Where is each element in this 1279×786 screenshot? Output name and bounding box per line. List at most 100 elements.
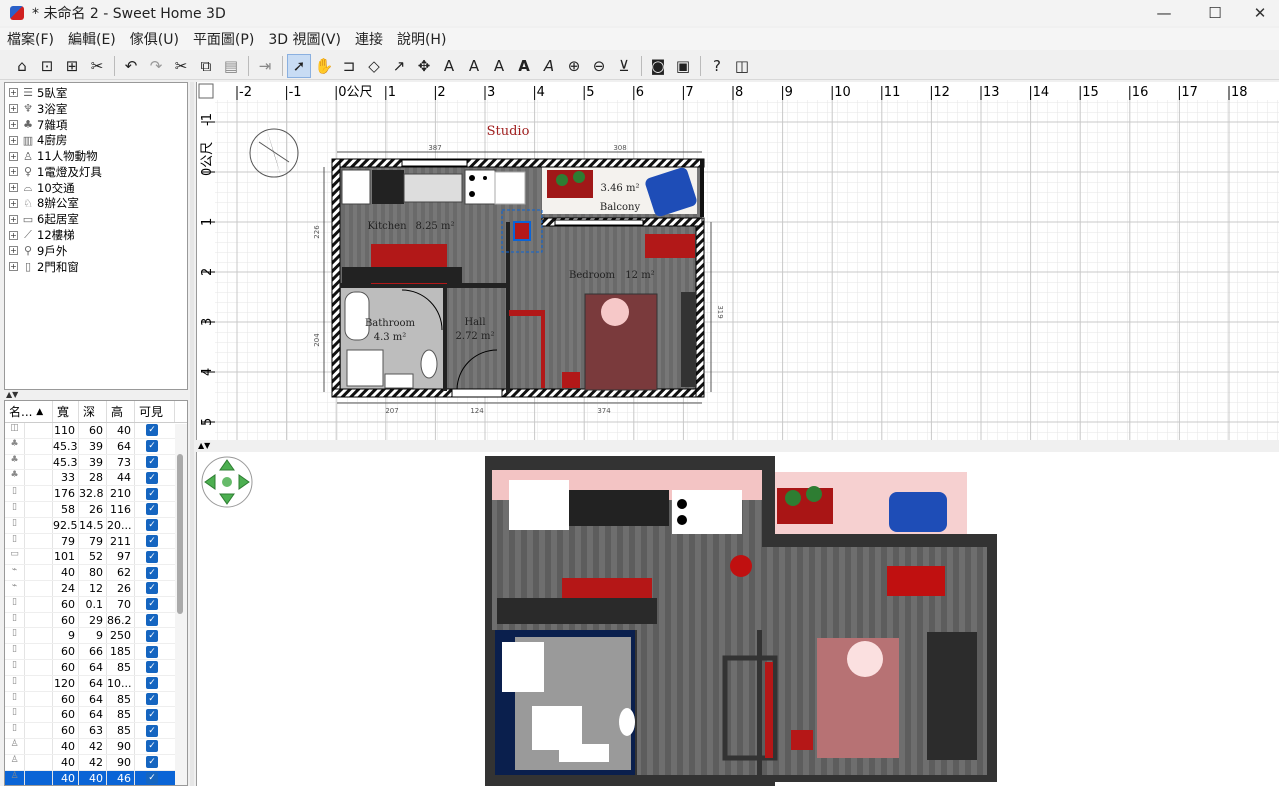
3d-view[interactable]: [196, 452, 1279, 786]
selected-stool[interactable]: [513, 221, 531, 241]
menu-file[interactable]: 檔案(F): [0, 29, 61, 49]
table-row[interactable]: ▯ 58 26 116 ✓: [5, 501, 187, 518]
column-depth-header[interactable]: 深: [79, 401, 107, 422]
table-row[interactable]: ▯ 60 29 86.2 ✓: [5, 612, 187, 629]
catalog-category[interactable]: + ♆ 3浴室: [5, 101, 187, 117]
catalog-category[interactable]: + ⟋ 12樓梯: [5, 227, 187, 243]
create-photo-icon[interactable]: ◙: [646, 54, 670, 78]
table-row[interactable]: ▯ 92.5 14.5 20... ✓: [5, 517, 187, 534]
table-row[interactable]: ⌁ 40 80 62 ✓: [5, 565, 187, 581]
zoom-in-icon[interactable]: ⊕: [562, 54, 586, 78]
catalog-category[interactable]: + ▯ 2門和窗: [5, 259, 187, 275]
catalog-category[interactable]: + ♙ 11人物動物: [5, 148, 187, 164]
visible-checkbox[interactable]: ✓: [146, 708, 158, 721]
expand-icon[interactable]: +: [9, 214, 18, 224]
catalog-splitter[interactable]: ▲▼: [4, 391, 188, 399]
undo-icon[interactable]: ↶: [119, 54, 143, 78]
catalog-category[interactable]: + ⚲ 9戶外: [5, 243, 187, 259]
select-mode-icon[interactable]: ➚: [287, 53, 311, 78]
plan-canvas[interactable]: -2 -1 0公尺 1 2 3 4 5 6 7 8 9 10 11 12 13 14 15 16 17 18 -10公尺…: [197, 82, 1279, 440]
main-vertical-splitter[interactable]: [190, 82, 194, 786]
expand-icon[interactable]: +: [9, 104, 18, 114]
furniture-table-scrollbar[interactable]: [175, 424, 187, 785]
visible-checkbox[interactable]: ✓: [146, 487, 158, 500]
visible-checkbox[interactable]: ✓: [146, 550, 158, 563]
table-row[interactable]: ▯ 60 64 85 ✓: [5, 659, 187, 676]
about-icon[interactable]: ◫: [730, 54, 754, 78]
bold-text-icon[interactable]: A: [512, 54, 536, 78]
visible-checkbox[interactable]: ✓: [146, 534, 158, 547]
column-width-header[interactable]: 寬: [53, 401, 79, 422]
column-height-header[interactable]: 高: [107, 401, 135, 422]
table-row[interactable]: ♣ 33 28 44 ✓: [5, 470, 187, 487]
create-video-icon[interactable]: ▣: [671, 54, 695, 78]
menu-help[interactable]: 說明(H): [390, 29, 453, 49]
navigation-center-icon[interactable]: [222, 477, 232, 487]
decrease-text-size-icon[interactable]: A: [487, 54, 511, 78]
visible-checkbox[interactable]: ✓: [146, 692, 158, 705]
visible-checkbox[interactable]: ✓: [146, 440, 158, 453]
redo-icon[interactable]: ↷: [144, 54, 168, 78]
table-row[interactable]: ♙ 40 42 90 ✓: [5, 738, 187, 755]
visible-checkbox[interactable]: ✓: [146, 424, 158, 437]
table-row[interactable]: ♣ 45.3 39 64 ✓: [5, 438, 187, 455]
menu-connect[interactable]: 連接: [348, 29, 390, 49]
navigation-arrows[interactable]: [201, 456, 253, 508]
expand-icon[interactable]: +: [9, 230, 18, 240]
visible-checkbox[interactable]: ✓: [146, 582, 158, 595]
import-furniture-icon[interactable]: ⊻: [612, 54, 636, 78]
minimize-button[interactable]: —: [1141, 0, 1187, 26]
table-row[interactable]: ▯ 79 79 211 ✓: [5, 533, 187, 550]
expand-icon[interactable]: +: [9, 135, 18, 145]
open-icon[interactable]: ⊞: [60, 54, 84, 78]
visible-checkbox[interactable]: ✓: [146, 455, 158, 468]
visible-checkbox[interactable]: ✓: [146, 645, 158, 658]
visible-checkbox[interactable]: ✓: [146, 629, 158, 642]
menu-edit[interactable]: 編輯(E): [61, 29, 123, 49]
expand-icon[interactable]: +: [9, 198, 18, 208]
catalog-category[interactable]: + ⌓ 10交通: [5, 180, 187, 196]
paste-icon[interactable]: ▤: [219, 54, 243, 78]
pan-mode-icon[interactable]: ✋: [312, 54, 336, 78]
help-icon[interactable]: ?: [705, 54, 729, 78]
table-row[interactable]: ▯ 60 64 85 ✓: [5, 707, 187, 724]
create-rooms-icon[interactable]: ◇: [362, 54, 386, 78]
table-row[interactable]: ♙ 40 40 46 ✓: [5, 770, 187, 785]
table-row[interactable]: ▯ 176 32.8 210 ✓: [5, 486, 187, 502]
table-row[interactable]: ▯ 60 64 85 ✓: [5, 691, 187, 708]
expand-icon[interactable]: +: [9, 151, 18, 161]
preferences-icon[interactable]: ✂: [85, 54, 109, 78]
create-walls-icon[interactable]: ⊐: [337, 54, 361, 78]
new-home-icon[interactable]: ⌂: [10, 54, 34, 78]
visible-checkbox[interactable]: ✓: [146, 740, 158, 753]
catalog-category[interactable]: + ♀ 1電燈及灯具: [5, 164, 187, 180]
table-row[interactable]: ▭ 101 52 97 ✓: [5, 549, 187, 566]
visible-checkbox[interactable]: ✓: [146, 724, 158, 737]
expand-icon[interactable]: +: [9, 167, 18, 177]
expand-icon[interactable]: +: [9, 119, 18, 129]
expand-icon[interactable]: +: [9, 183, 18, 193]
visible-checkbox[interactable]: ✓: [146, 471, 158, 484]
table-row[interactable]: ▯ 9 9 250 ✓: [5, 628, 187, 645]
visible-checkbox[interactable]: ✓: [146, 677, 158, 690]
table-row[interactable]: ◫ 110 60 40 ✓: [5, 423, 187, 439]
cut-icon[interactable]: ✂: [169, 54, 193, 78]
table-row[interactable]: ⌁ 24 12 26 ✓: [5, 580, 187, 597]
plan-view[interactable]: -2 -1 0公尺 1 2 3 4 5 6 7 8 9 10 11 12 13 14 15 16 17 18 -1 0公尺…: [196, 82, 1279, 440]
table-row[interactable]: ♣ 45.3 39 73 ✓: [5, 454, 187, 471]
add-furniture-icon[interactable]: ⇥: [253, 54, 277, 78]
create-labels-icon[interactable]: A: [437, 54, 461, 78]
visible-checkbox[interactable]: ✓: [146, 503, 158, 516]
expand-icon[interactable]: +: [9, 88, 18, 98]
column-visible-header[interactable]: 可見: [135, 401, 175, 422]
expand-icon[interactable]: +: [9, 246, 18, 256]
visible-checkbox[interactable]: ✓: [146, 613, 158, 626]
plan-3d-splitter[interactable]: ▲▼: [196, 440, 1279, 452]
visible-checkbox[interactable]: ✓: [146, 756, 158, 769]
copy-icon[interactable]: ⧉: [194, 54, 218, 78]
menu-3d-view[interactable]: 3D 視圖(V): [261, 29, 348, 49]
table-row[interactable]: ▯ 60 0.1 70 ✓: [5, 596, 187, 613]
increase-text-size-icon[interactable]: A: [462, 54, 486, 78]
menu-furniture[interactable]: 傢俱(U): [123, 29, 186, 49]
table-row[interactable]: ▯ 120 64 10... ✓: [5, 675, 187, 692]
